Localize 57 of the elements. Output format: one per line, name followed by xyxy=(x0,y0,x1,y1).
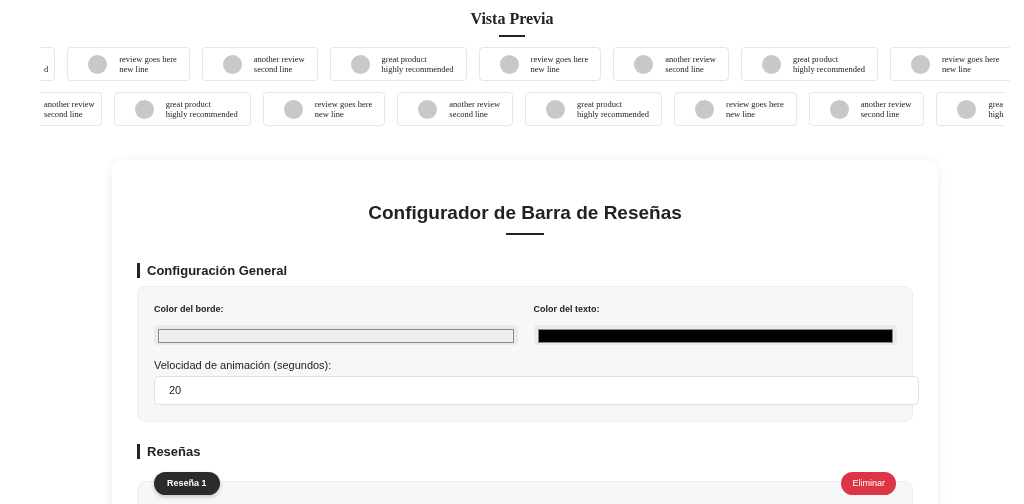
avatar-icon xyxy=(418,99,438,119)
review-text: new line xyxy=(941,64,972,74)
review-text: another review xyxy=(860,99,912,109)
avatar-icon xyxy=(957,99,977,119)
review-text: great product xyxy=(381,54,428,64)
review-text: second line xyxy=(44,109,84,119)
review-text: great product xyxy=(165,99,212,109)
review-text: great product xyxy=(577,99,624,109)
review-text: grea xyxy=(988,99,1004,109)
review-text: review goes here xyxy=(941,54,1000,64)
configurator-title: Configurador de Barra de Reseñas xyxy=(367,202,683,225)
review-text: review goes here xyxy=(119,54,177,64)
review-text: d xyxy=(44,64,49,74)
section-heading: Configuración General xyxy=(137,262,913,278)
color-picker[interactable] xyxy=(154,325,518,346)
review-text: great product xyxy=(792,54,839,64)
field-label: Color del texto: xyxy=(533,302,601,316)
review-text: second line xyxy=(253,64,294,74)
review-text: new line xyxy=(530,64,561,74)
review-text: review goes here xyxy=(726,99,784,109)
field-label: Color del borde: xyxy=(154,302,225,316)
review-text: highly recommended xyxy=(381,64,454,74)
review-text: another review xyxy=(44,99,95,109)
review-text: high xyxy=(988,109,1004,119)
avatar-icon xyxy=(634,54,654,74)
avatar-icon xyxy=(546,99,566,119)
color-picker[interactable] xyxy=(533,325,897,346)
avatar-icon xyxy=(910,54,930,74)
section-heading: Reseñas xyxy=(137,443,913,459)
review-text: second line xyxy=(665,64,705,74)
field-label: Velocidad de animación (segundos): xyxy=(154,358,333,374)
review-text: review goes here xyxy=(314,99,373,109)
avatar-icon xyxy=(283,99,303,119)
avatar-icon xyxy=(829,99,849,119)
review-text: another review xyxy=(449,99,501,109)
avatar-icon xyxy=(134,99,154,119)
avatar-icon xyxy=(499,54,519,74)
review-text: highly recommended xyxy=(792,64,865,74)
review-text: highly recommended xyxy=(165,109,238,119)
review-text: new line xyxy=(314,109,345,119)
review-text: review goes here xyxy=(530,54,589,64)
preview-title: Vista Previa xyxy=(469,9,555,29)
review-text: another review xyxy=(665,54,716,64)
review-text: second line xyxy=(860,109,901,119)
avatar-icon xyxy=(350,54,370,74)
review-badge: Reseña 1 xyxy=(154,471,220,496)
review-text: new line xyxy=(726,109,757,119)
review-text: highly recommended xyxy=(577,109,650,119)
review-text: another review xyxy=(253,54,305,64)
avatar-icon xyxy=(222,54,242,74)
avatar-icon xyxy=(695,99,715,119)
delete-button[interactable]: Eliminar xyxy=(841,471,896,496)
avatar-icon xyxy=(761,54,781,74)
review-text: new line xyxy=(119,64,150,74)
input-field[interactable]: 20 xyxy=(154,375,919,405)
review-text: second line xyxy=(449,109,489,119)
avatar-icon xyxy=(88,54,108,74)
